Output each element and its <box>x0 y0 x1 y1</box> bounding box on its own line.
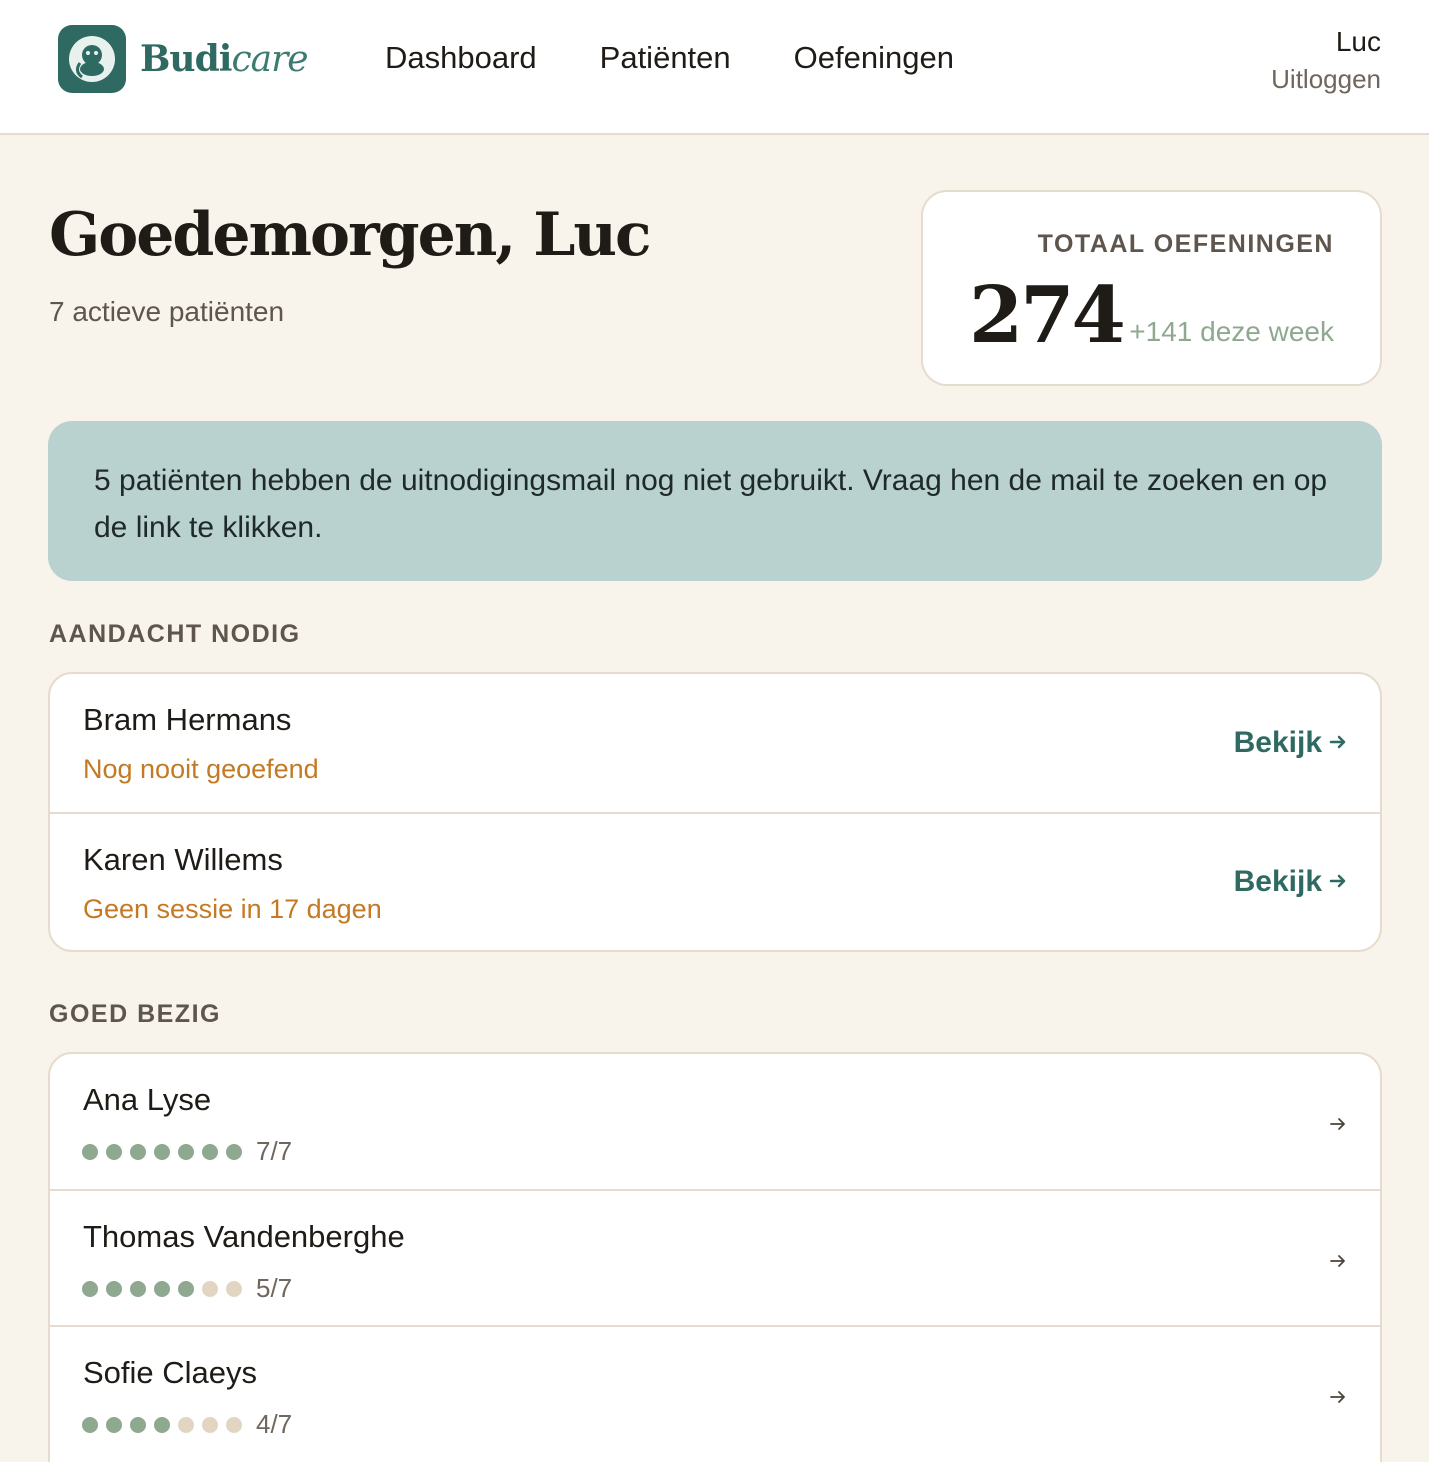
progress-dot-empty <box>202 1416 218 1433</box>
arrow-right-icon[interactable] <box>1328 1110 1348 1141</box>
otter-logo-icon <box>58 25 126 93</box>
invite-notice-banner: 5 patiënten hebben de uitnodigingsmail n… <box>48 421 1382 581</box>
user-name: Luc <box>1335 26 1381 57</box>
patient-status: Nog nooit geoefend <box>83 754 319 784</box>
progress-dot-empty <box>226 1416 242 1433</box>
arrow-right-icon <box>1328 726 1348 760</box>
top-bar: Budicare Dashboard Patiënten Oefeningen … <box>0 0 1429 135</box>
view-button[interactable]: Bekijk <box>1234 726 1348 760</box>
brand-name-main: Budi <box>140 38 232 80</box>
section-title-good: GOED BEZIG <box>49 1000 221 1028</box>
progress-dot-empty <box>178 1416 194 1433</box>
view-button[interactable]: Bekijk <box>1234 865 1348 899</box>
progress-dot-done <box>130 1280 146 1297</box>
patient-name: Sofie Claeys <box>83 1355 258 1390</box>
progress-dot-done <box>82 1280 98 1297</box>
logout-link[interactable]: Uitloggen <box>1271 60 1381 98</box>
page-title: Goedemorgen, Luc <box>49 200 652 270</box>
good-row[interactable]: Sofie Claeys 4/7 <box>50 1327 1380 1462</box>
good-row[interactable]: Thomas Vandenberghe 5/7 <box>50 1191 1380 1327</box>
progress-label: 7/7 <box>256 1136 293 1166</box>
progress-dot-done <box>130 1416 146 1433</box>
patient-name: Ana Lyse <box>83 1082 212 1117</box>
total-exercises-card: TOTAAL OEFENINGEN 274 +141 deze week <box>921 190 1382 386</box>
user-menu: Luc Uitloggen <box>1271 24 1381 98</box>
weekly-progress: 7/7 <box>82 1136 292 1167</box>
progress-dot-done <box>82 1143 98 1160</box>
patient-status: Geen sessie in 17 dagen <box>83 894 382 924</box>
arrow-right-icon[interactable] <box>1328 1383 1348 1414</box>
brand-name-accent: care <box>231 39 308 80</box>
active-patients-count: 7 actieve patiënten <box>49 296 285 327</box>
nav-patients[interactable]: Patiënten <box>600 40 731 76</box>
progress-dot-done <box>82 1416 98 1433</box>
brand-name: Budicare <box>140 38 309 80</box>
attention-row[interactable]: Karen Willems Geen sessie in 17 dagen Be… <box>50 814 1380 950</box>
nav-dashboard[interactable]: Dashboard <box>385 40 537 76</box>
progress-dot-empty <box>202 1280 218 1297</box>
weekly-progress: 5/7 <box>82 1273 292 1304</box>
banner-text: 5 patiënten hebben de uitnodigingsmail n… <box>94 464 1328 544</box>
view-button-label: Bekijk <box>1233 726 1322 759</box>
good-list: Ana Lyse 7/7 Thomas Vandenberghe 5/7 Sof… <box>48 1052 1382 1462</box>
progress-dot-done <box>130 1143 146 1160</box>
section-title-attention: AANDACHT NODIG <box>49 620 301 648</box>
progress-dot-done <box>178 1143 194 1160</box>
arrow-right-icon[interactable] <box>1328 1247 1348 1278</box>
progress-dot-done <box>106 1280 122 1297</box>
progress-dot-done <box>106 1416 122 1433</box>
progress-dot-done <box>202 1143 218 1160</box>
progress-label: 4/7 <box>256 1409 293 1439</box>
stat-label: TOTAAL OEFENINGEN <box>1037 230 1334 258</box>
brand-logo[interactable]: Budicare <box>58 24 309 94</box>
stat-value: 274 <box>969 270 1126 361</box>
stat-delta: +141 deze week <box>1129 316 1334 347</box>
progress-dot-empty <box>226 1280 242 1297</box>
arrow-right-icon <box>1328 865 1348 899</box>
progress-dot-done <box>106 1143 122 1160</box>
patient-name: Karen Willems <box>83 842 283 877</box>
progress-dot-done <box>154 1143 170 1160</box>
good-row[interactable]: Ana Lyse 7/7 <box>50 1054 1380 1191</box>
attention-row[interactable]: Bram Hermans Nog nooit geoefend Bekijk <box>50 674 1380 814</box>
nav-exercises[interactable]: Oefeningen <box>794 40 954 76</box>
progress-label: 5/7 <box>256 1273 293 1303</box>
weekly-progress: 4/7 <box>82 1409 292 1440</box>
view-button-label: Bekijk <box>1233 865 1322 898</box>
patient-name: Bram Hermans <box>83 702 292 737</box>
progress-dot-done <box>154 1416 170 1433</box>
progress-dot-done <box>178 1280 194 1297</box>
progress-dot-done <box>226 1143 242 1160</box>
attention-list: Bram Hermans Nog nooit geoefend Bekijk K… <box>48 672 1382 952</box>
progress-dot-done <box>154 1280 170 1297</box>
patient-name: Thomas Vandenberghe <box>83 1219 405 1254</box>
main-nav: Dashboard Patiënten Oefeningen <box>385 40 954 76</box>
